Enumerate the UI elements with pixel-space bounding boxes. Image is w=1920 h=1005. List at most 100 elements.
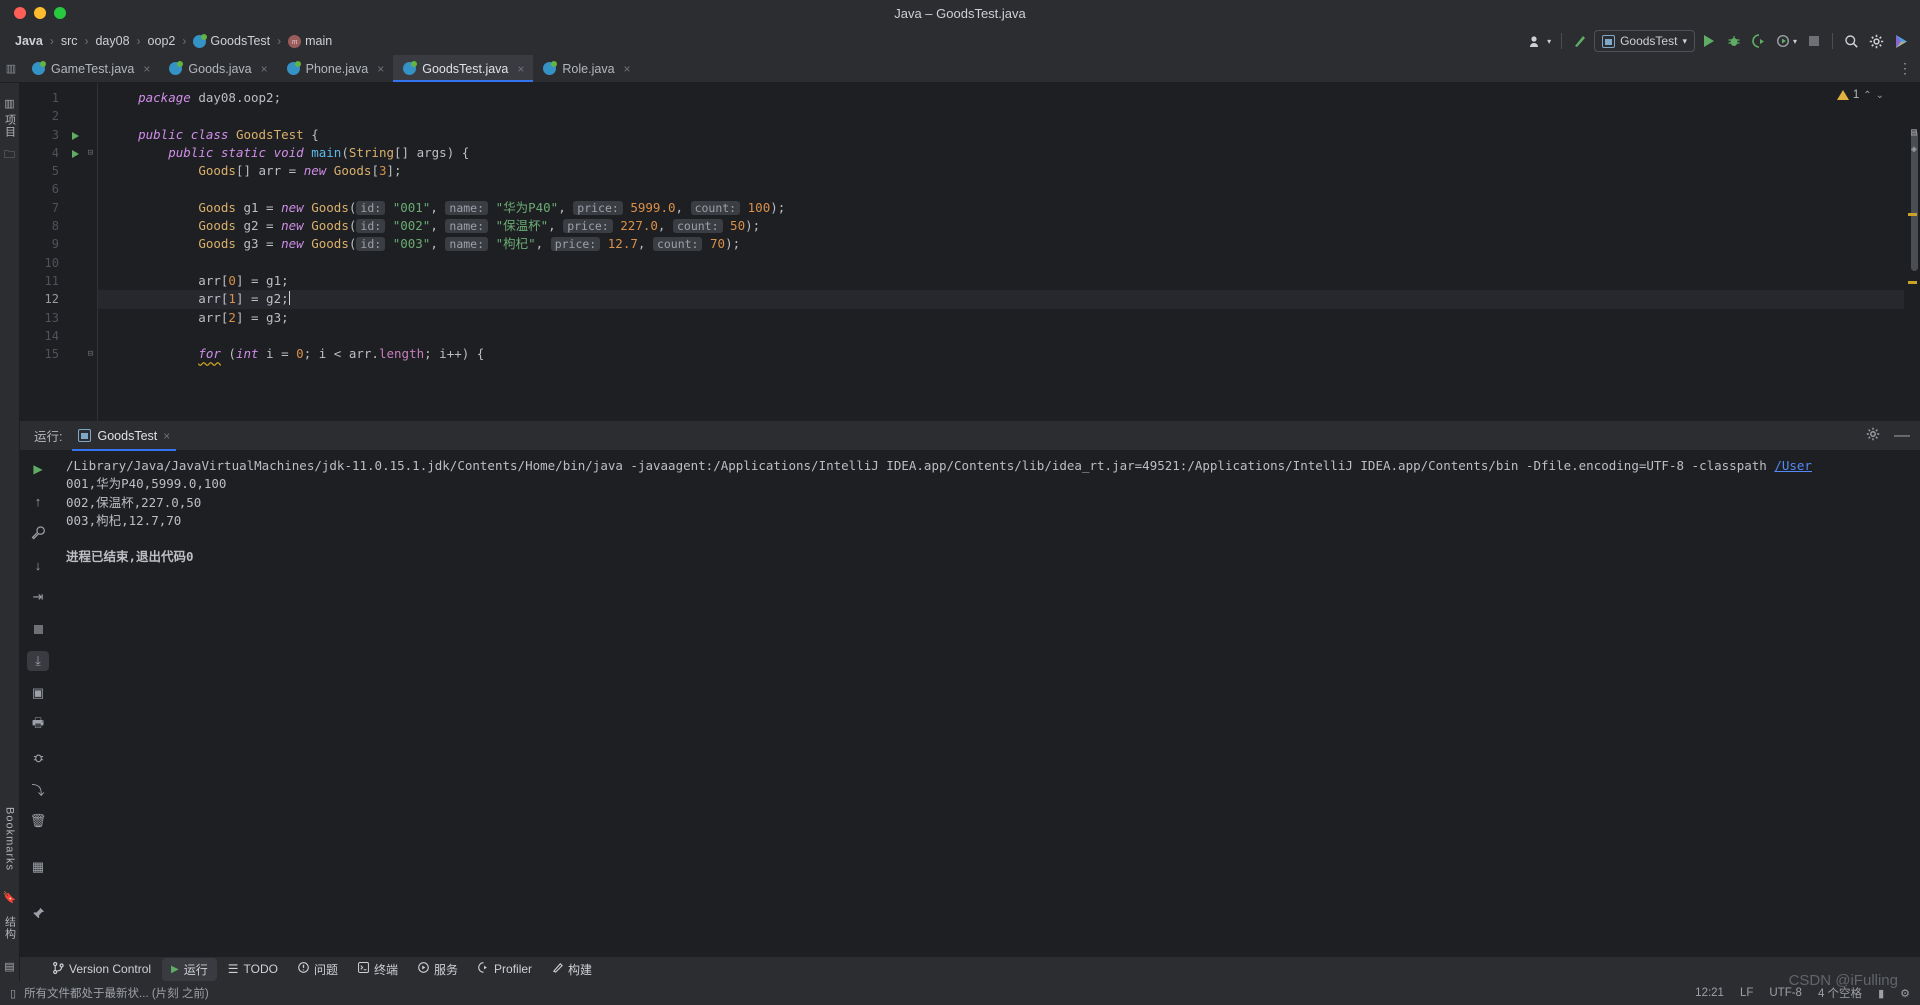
account-icon[interactable]: ▾ [1526, 30, 1554, 52]
toolwindow-run[interactable]: ▶ 运行 [162, 957, 217, 981]
bug-button[interactable] [27, 747, 49, 767]
code-content[interactable]: package day08.oop2; public class GoodsTe… [98, 83, 1920, 421]
clear-all-button[interactable]: 🗑 [27, 811, 49, 831]
profile-button[interactable]: ▾ [1773, 30, 1800, 52]
editor-tab-phone[interactable]: Phone.java × [277, 55, 394, 82]
minimize-icon[interactable]: — [1894, 427, 1910, 443]
code-line[interactable]: Goods[] arr = new Goods[3]; [98, 162, 1920, 180]
code-line[interactable]: Goods g1 = new Goods(id: "001", name: "华… [98, 199, 1920, 217]
toolwindow-todo[interactable]: ☰ TODO [219, 959, 287, 979]
fold-marker[interactable]: ⊟ [84, 345, 97, 363]
editor-tab-goodstest[interactable]: GoodsTest.java × [393, 55, 534, 82]
minimize-window-icon[interactable] [34, 7, 46, 19]
project-view-icon[interactable]: ▥ [4, 97, 14, 110]
rerun-button[interactable]: ▶ [27, 459, 49, 479]
run-with-coverage-button[interactable] [1748, 30, 1770, 52]
breadcrumb-item-day08[interactable]: day08 [90, 33, 134, 49]
editor-tab-role[interactable]: Role.java × [533, 55, 639, 82]
close-tab-icon[interactable]: × [261, 62, 268, 76]
chevron-down-icon[interactable]: ⌄ [1876, 90, 1884, 101]
maximize-window-icon[interactable] [54, 7, 66, 19]
code-line[interactable] [98, 327, 1920, 345]
tab-overflow-menu-icon[interactable]: ⋮ [1898, 55, 1912, 82]
scroll-down-button[interactable]: ↓ [27, 555, 49, 575]
close-tab-icon[interactable]: × [377, 62, 384, 76]
close-window-icon[interactable] [14, 7, 26, 19]
status-indent[interactable]: 4 个空格 [1818, 985, 1862, 1001]
vcs-annotate-icon[interactable]: ▤ [1911, 127, 1917, 138]
warning-marker[interactable] [1908, 213, 1917, 216]
gear-icon[interactable] [1866, 427, 1880, 444]
run-line-marker[interactable] [66, 144, 84, 162]
chevron-up-icon[interactable]: ⌃ [1863, 90, 1871, 101]
stop-button[interactable] [27, 619, 49, 639]
code-editor[interactable]: 1 2 3 4 5 6 7 8 9 10 11 12 13 14 15 ⊟ ⊟ package day08.o… [20, 83, 1920, 421]
code-line[interactable]: arr[0] = g1; [98, 272, 1920, 290]
code-line[interactable]: arr[2] = g3; [98, 309, 1920, 327]
project-toolwindow-icon[interactable]: ▥ [0, 55, 22, 82]
editor-inspection-widget[interactable]: 1 ⌃ ⌄ [1836, 89, 1884, 101]
code-line[interactable]: package day08.oop2; [98, 89, 1920, 107]
fold-marker[interactable]: ⊟ [84, 144, 97, 162]
window-controls[interactable] [0, 7, 66, 19]
wrench-button[interactable] [27, 523, 49, 543]
search-icon[interactable] [1840, 30, 1862, 52]
status-line-separator[interactable]: LF [1740, 987, 1753, 999]
scroll-up-button[interactable]: ↑ [27, 491, 49, 511]
console-classpath-link[interactable]: /User [1774, 458, 1812, 473]
toolwindow-terminal[interactable]: 终端 [349, 958, 407, 981]
toolwindow-problems[interactable]: 问题 [289, 958, 347, 981]
warning-marker[interactable] [1908, 281, 1917, 284]
file-status-icon[interactable]: ▯ [10, 987, 16, 1000]
code-line[interactable] [98, 254, 1920, 272]
fold-gutter[interactable]: ⊟ ⊟ [84, 83, 98, 421]
breadcrumb[interactable]: Java › src › day08 › oop2 › GoodsTest › … [10, 33, 337, 49]
toolwindow-profiler[interactable]: Profiler [469, 959, 541, 979]
lock-icon[interactable]: ▮ [1878, 987, 1884, 1000]
stop-button[interactable] [1803, 30, 1825, 52]
structure-icon[interactable]: ▤ [4, 960, 14, 973]
left-bar-bookmarks-label[interactable]: Bookmarks [4, 807, 16, 871]
run-gutter[interactable] [66, 83, 84, 421]
breadcrumb-item-main[interactable]: m main [283, 33, 337, 49]
run-line-marker[interactable] [66, 126, 84, 144]
build-icon[interactable] [1569, 30, 1591, 52]
toolwindow-services[interactable]: 服务 [409, 958, 467, 981]
close-tab-icon[interactable]: × [517, 62, 524, 76]
console-scrollbar[interactable] [1908, 451, 1920, 956]
breadcrumb-item-project[interactable]: Java [10, 33, 48, 49]
layout-button[interactable]: ▦ [27, 857, 49, 877]
toolwindow-build[interactable]: 构建 [543, 958, 601, 981]
run-configuration-selector[interactable]: GoodsTest ▾ [1594, 30, 1695, 52]
breadcrumb-item-src[interactable]: src [56, 33, 83, 49]
print-button[interactable]: 🖶 [27, 715, 49, 735]
folder-icon[interactable]: 🗀 [4, 146, 15, 165]
code-line[interactable]: Goods g2 = new Goods(id: "002", name: "保… [98, 217, 1920, 235]
code-line[interactable]: arr[1] = g2; [98, 290, 1920, 309]
left-bar-structure-label[interactable]: 结构 [2, 916, 18, 940]
run-button[interactable] [1698, 30, 1720, 52]
breadcrumb-item-goodstest[interactable]: GoodsTest [188, 33, 275, 49]
editor-tab-goods[interactable]: Goods.java × [159, 55, 276, 82]
debug-button[interactable] [1723, 30, 1745, 52]
gear-icon[interactable] [1865, 30, 1887, 52]
code-line[interactable]: Goods g3 = new Goods(id: "003", name: "枸… [98, 235, 1920, 253]
soft-wrap-button[interactable]: ⇥ [27, 587, 49, 607]
close-run-tab-icon[interactable]: × [163, 429, 170, 443]
close-tab-icon[interactable]: × [143, 62, 150, 76]
screenshot-button[interactable]: ▣ [27, 683, 49, 703]
run-tab-goodstest[interactable]: GoodsTest × [72, 421, 177, 451]
scroll-to-end-button[interactable]: ⤓ [27, 651, 49, 671]
code-line[interactable]: public static void main(String[] args) { [98, 144, 1920, 162]
console-output[interactable]: /Library/Java/JavaVirtualMachines/jdk-11… [56, 451, 1920, 956]
code-vision-icon[interactable]: ◈ [1911, 144, 1917, 155]
breadcrumb-item-oop2[interactable]: oop2 [143, 33, 181, 49]
status-encoding[interactable]: UTF-8 [1769, 987, 1802, 999]
export-button[interactable]: ⤵ [27, 779, 49, 799]
editor-tab-gametest[interactable]: GameTest.java × [22, 55, 159, 82]
ai-assistant-icon[interactable] [1890, 30, 1912, 52]
toolwindow-version-control[interactable]: Version Control [44, 959, 160, 980]
code-line[interactable]: for (int i = 0; i < arr.length; i++) { [98, 345, 1920, 363]
pin-button[interactable] [27, 903, 49, 923]
code-line[interactable]: public class GoodsTest { [98, 126, 1920, 144]
